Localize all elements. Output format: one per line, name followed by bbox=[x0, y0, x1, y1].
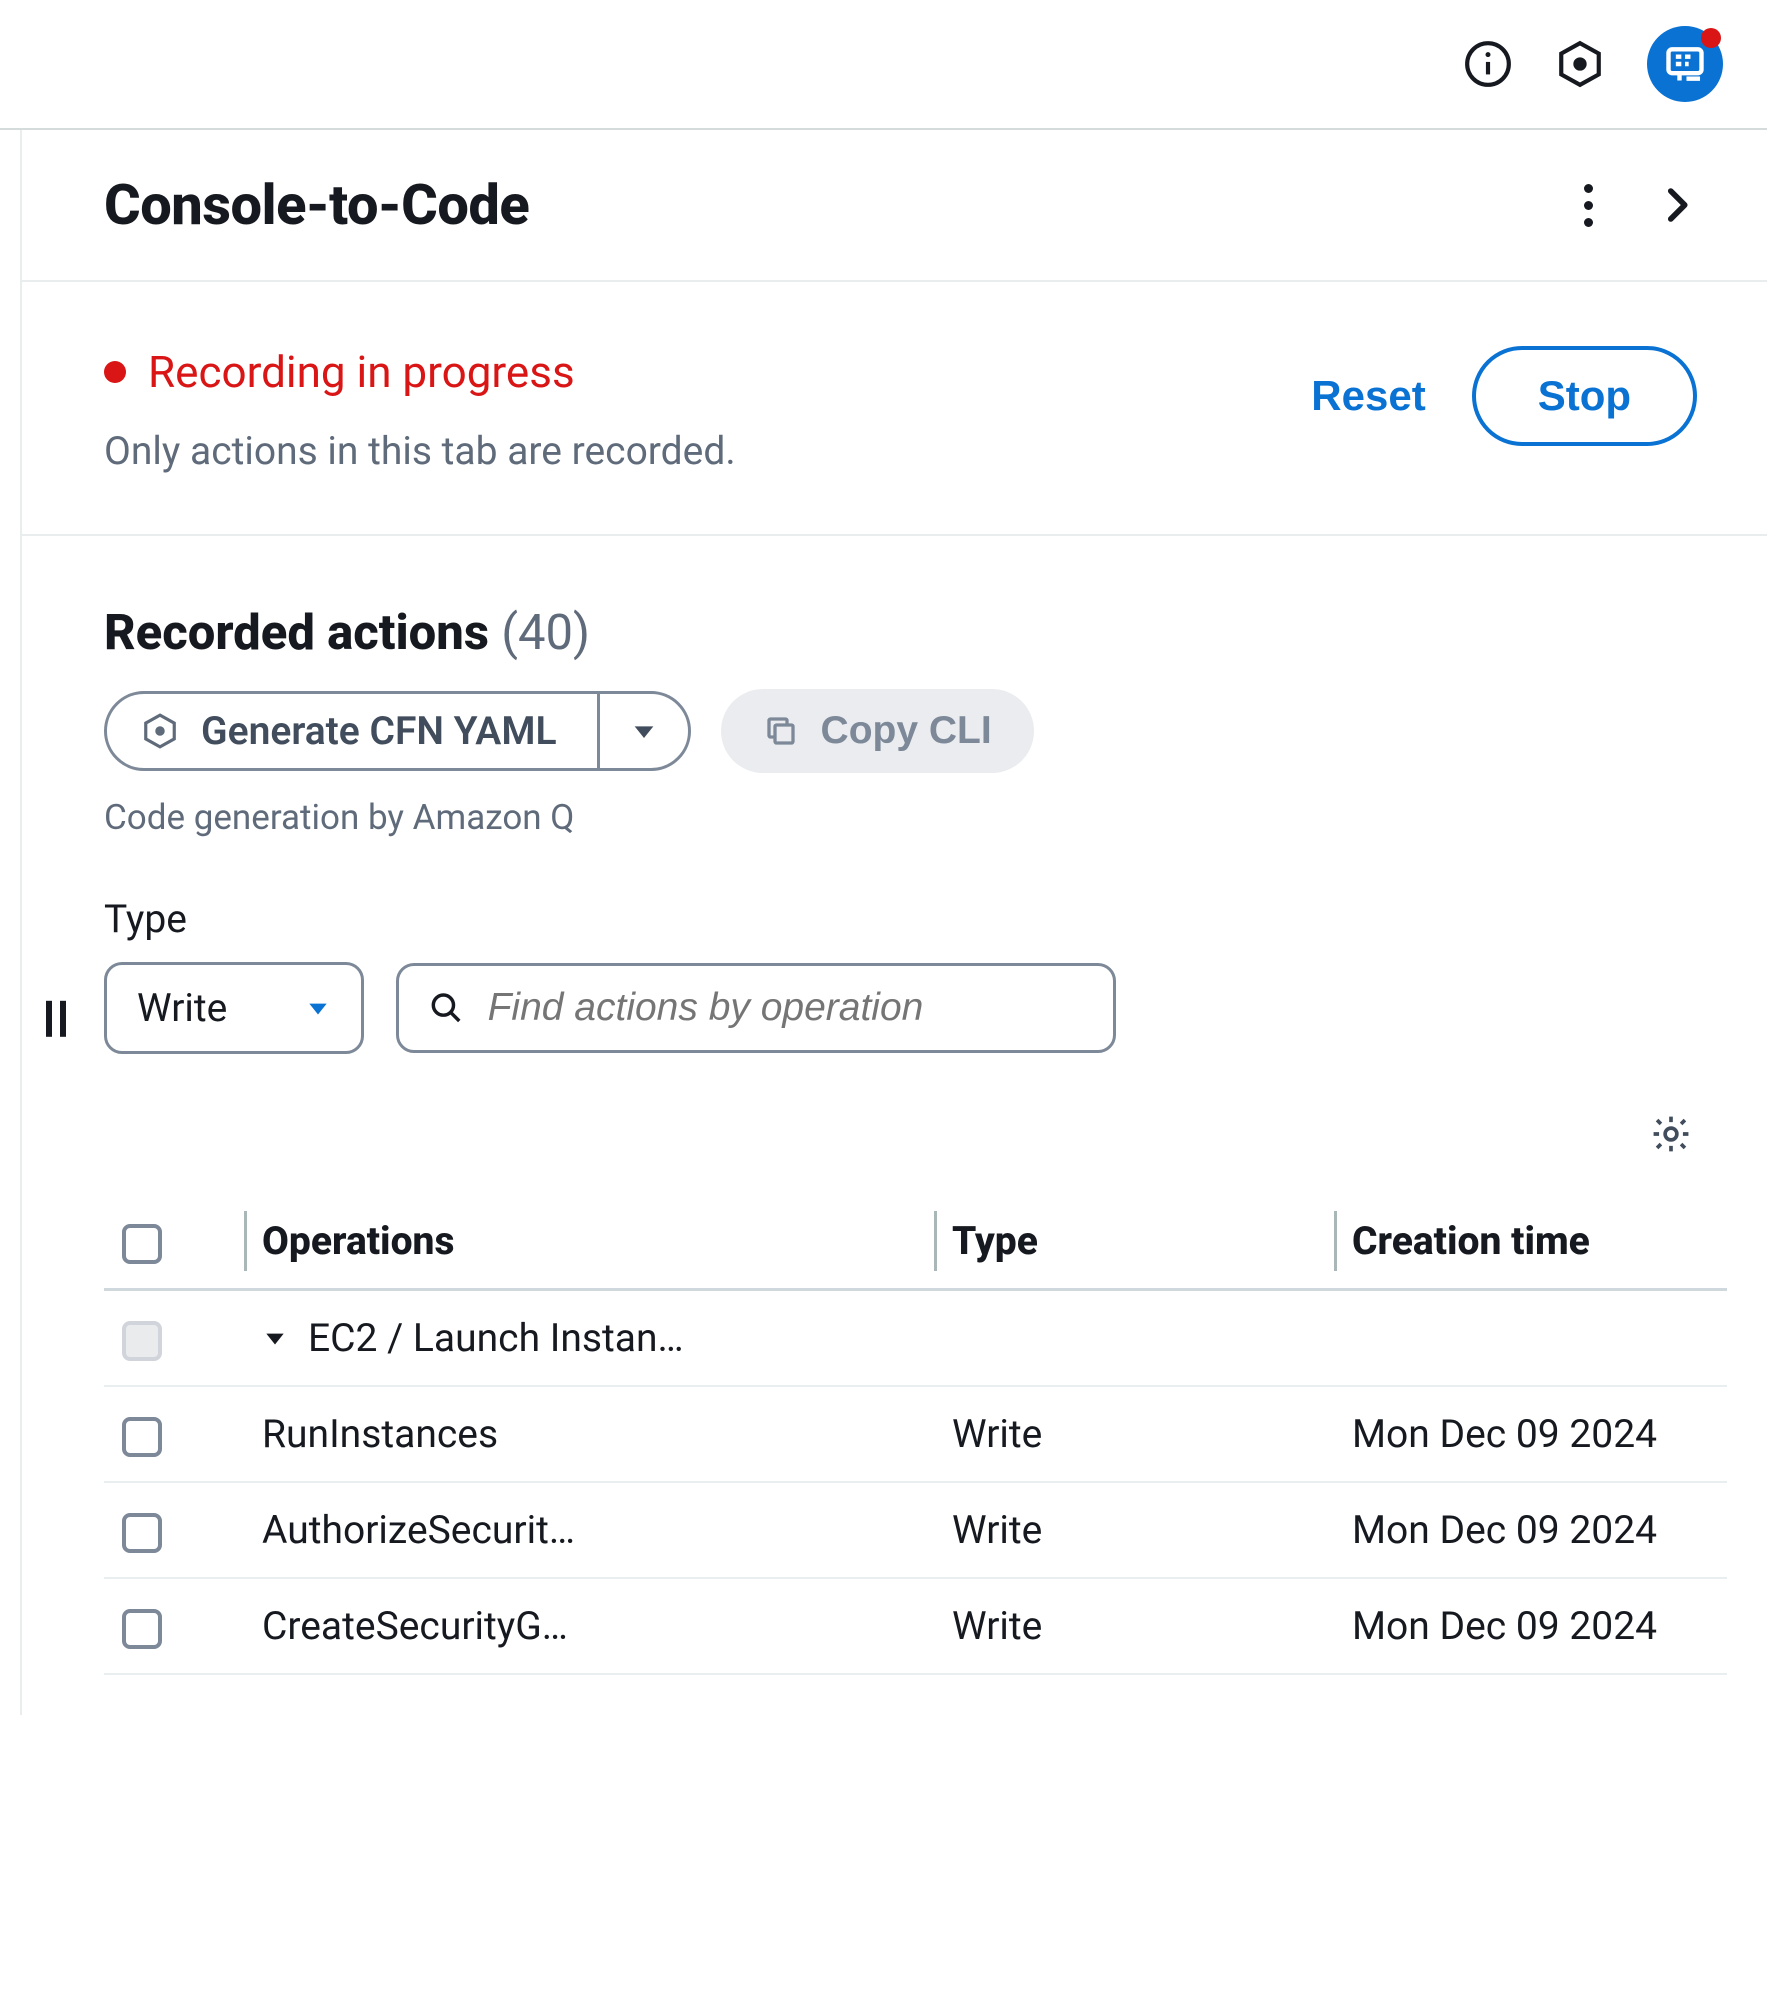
code-gen-actions: Generate CFN YAML Copy CLI bbox=[104, 689, 1727, 773]
search-input[interactable] bbox=[488, 986, 1083, 1030]
notification-dot bbox=[1701, 28, 1721, 48]
row-checkbox[interactable] bbox=[122, 1417, 162, 1457]
q-assistant-icon[interactable] bbox=[1647, 26, 1723, 102]
search-icon bbox=[429, 989, 464, 1027]
chevron-down-icon bbox=[305, 995, 331, 1021]
generate-cfn-yaml-button[interactable]: Generate CFN YAML bbox=[107, 694, 597, 768]
row-checkbox[interactable] bbox=[122, 1513, 162, 1553]
filter-row: Write bbox=[104, 962, 1727, 1054]
collapse-panel-button[interactable] bbox=[1655, 184, 1697, 226]
panel-header: Console-to-Code bbox=[22, 130, 1767, 282]
column-header-operations[interactable]: Operations bbox=[244, 1194, 934, 1290]
table-row: CreateSecurityG… Write Mon Dec 09 2024 bbox=[104, 1578, 1727, 1674]
group-checkbox bbox=[122, 1321, 162, 1361]
recording-dot-icon bbox=[104, 361, 126, 383]
recorded-actions-heading: Recorded actions (40) bbox=[104, 604, 1727, 661]
recording-status-section: Recording in progress Only actions in th… bbox=[22, 282, 1767, 536]
column-header-type[interactable]: Type bbox=[934, 1194, 1334, 1290]
search-input-container bbox=[396, 963, 1116, 1053]
type-filter-label: Type bbox=[104, 896, 1727, 942]
group-label: EC2 / Launch Instan… bbox=[308, 1315, 684, 1361]
table-row: AuthorizeSecurit… Write Mon Dec 09 2024 bbox=[104, 1482, 1727, 1578]
recording-subtext: Only actions in this tab are recorded. bbox=[104, 428, 1311, 474]
cell-creation: Mon Dec 09 2024 bbox=[1334, 1578, 1727, 1674]
column-header-creation[interactable]: Creation time bbox=[1334, 1194, 1727, 1290]
cell-creation: Mon Dec 09 2024 bbox=[1334, 1482, 1727, 1578]
cell-creation: Mon Dec 09 2024 bbox=[1334, 1386, 1727, 1482]
copy-cli-button[interactable]: Copy CLI bbox=[721, 689, 1034, 773]
console-to-code-panel: Console-to-Code Recording in progress On… bbox=[20, 130, 1767, 1715]
caret-down-icon bbox=[262, 1325, 288, 1351]
resize-handle[interactable] bbox=[46, 1001, 66, 1037]
info-icon[interactable] bbox=[1463, 39, 1513, 89]
header-actions bbox=[1578, 178, 1697, 233]
table-row: RunInstances Write Mon Dec 09 2024 bbox=[104, 1386, 1727, 1482]
generate-code-split-button: Generate CFN YAML bbox=[104, 691, 691, 771]
table-settings-button[interactable] bbox=[1649, 1112, 1693, 1156]
panel-title: Console-to-Code bbox=[104, 172, 1578, 238]
stop-button[interactable]: Stop bbox=[1472, 346, 1697, 446]
recorded-actions-count: (40) bbox=[501, 604, 590, 661]
code-gen-helper-text: Code generation by Amazon Q bbox=[104, 797, 1727, 838]
more-actions-button[interactable] bbox=[1578, 178, 1599, 233]
cell-type: Write bbox=[934, 1386, 1334, 1482]
actions-table: Operations Type Creation time EC2 / Laun… bbox=[104, 1194, 1727, 1675]
select-all-checkbox[interactable] bbox=[122, 1224, 162, 1264]
row-checkbox[interactable] bbox=[122, 1609, 162, 1649]
type-filter-select[interactable]: Write bbox=[104, 962, 364, 1054]
cell-type: Write bbox=[934, 1482, 1334, 1578]
table-group-row: EC2 / Launch Instan… bbox=[104, 1290, 1727, 1387]
recording-indicator: Recording in progress bbox=[104, 346, 1311, 398]
hex-icon[interactable] bbox=[1555, 39, 1605, 89]
generate-dropdown-button[interactable] bbox=[597, 694, 688, 768]
cell-type: Write bbox=[934, 1578, 1334, 1674]
reset-button[interactable]: Reset bbox=[1311, 372, 1425, 420]
table-header-row: Operations Type Creation time bbox=[104, 1194, 1727, 1290]
cell-operation: CreateSecurityG… bbox=[244, 1578, 934, 1674]
recorded-actions-section: Recorded actions (40) Generate CFN YAML bbox=[22, 536, 1767, 1715]
group-toggle[interactable]: EC2 / Launch Instan… bbox=[262, 1315, 684, 1361]
top-bar bbox=[0, 0, 1767, 130]
generate-button-label: Generate CFN YAML bbox=[201, 708, 557, 754]
type-filter-value: Write bbox=[137, 985, 227, 1031]
cell-operation: RunInstances bbox=[244, 1386, 934, 1482]
recording-status-text: Recording in progress bbox=[148, 346, 575, 398]
copy-cli-label: Copy CLI bbox=[821, 709, 992, 753]
recorded-actions-heading-text: Recorded actions bbox=[104, 604, 489, 661]
cell-operation: AuthorizeSecurit… bbox=[244, 1482, 934, 1578]
